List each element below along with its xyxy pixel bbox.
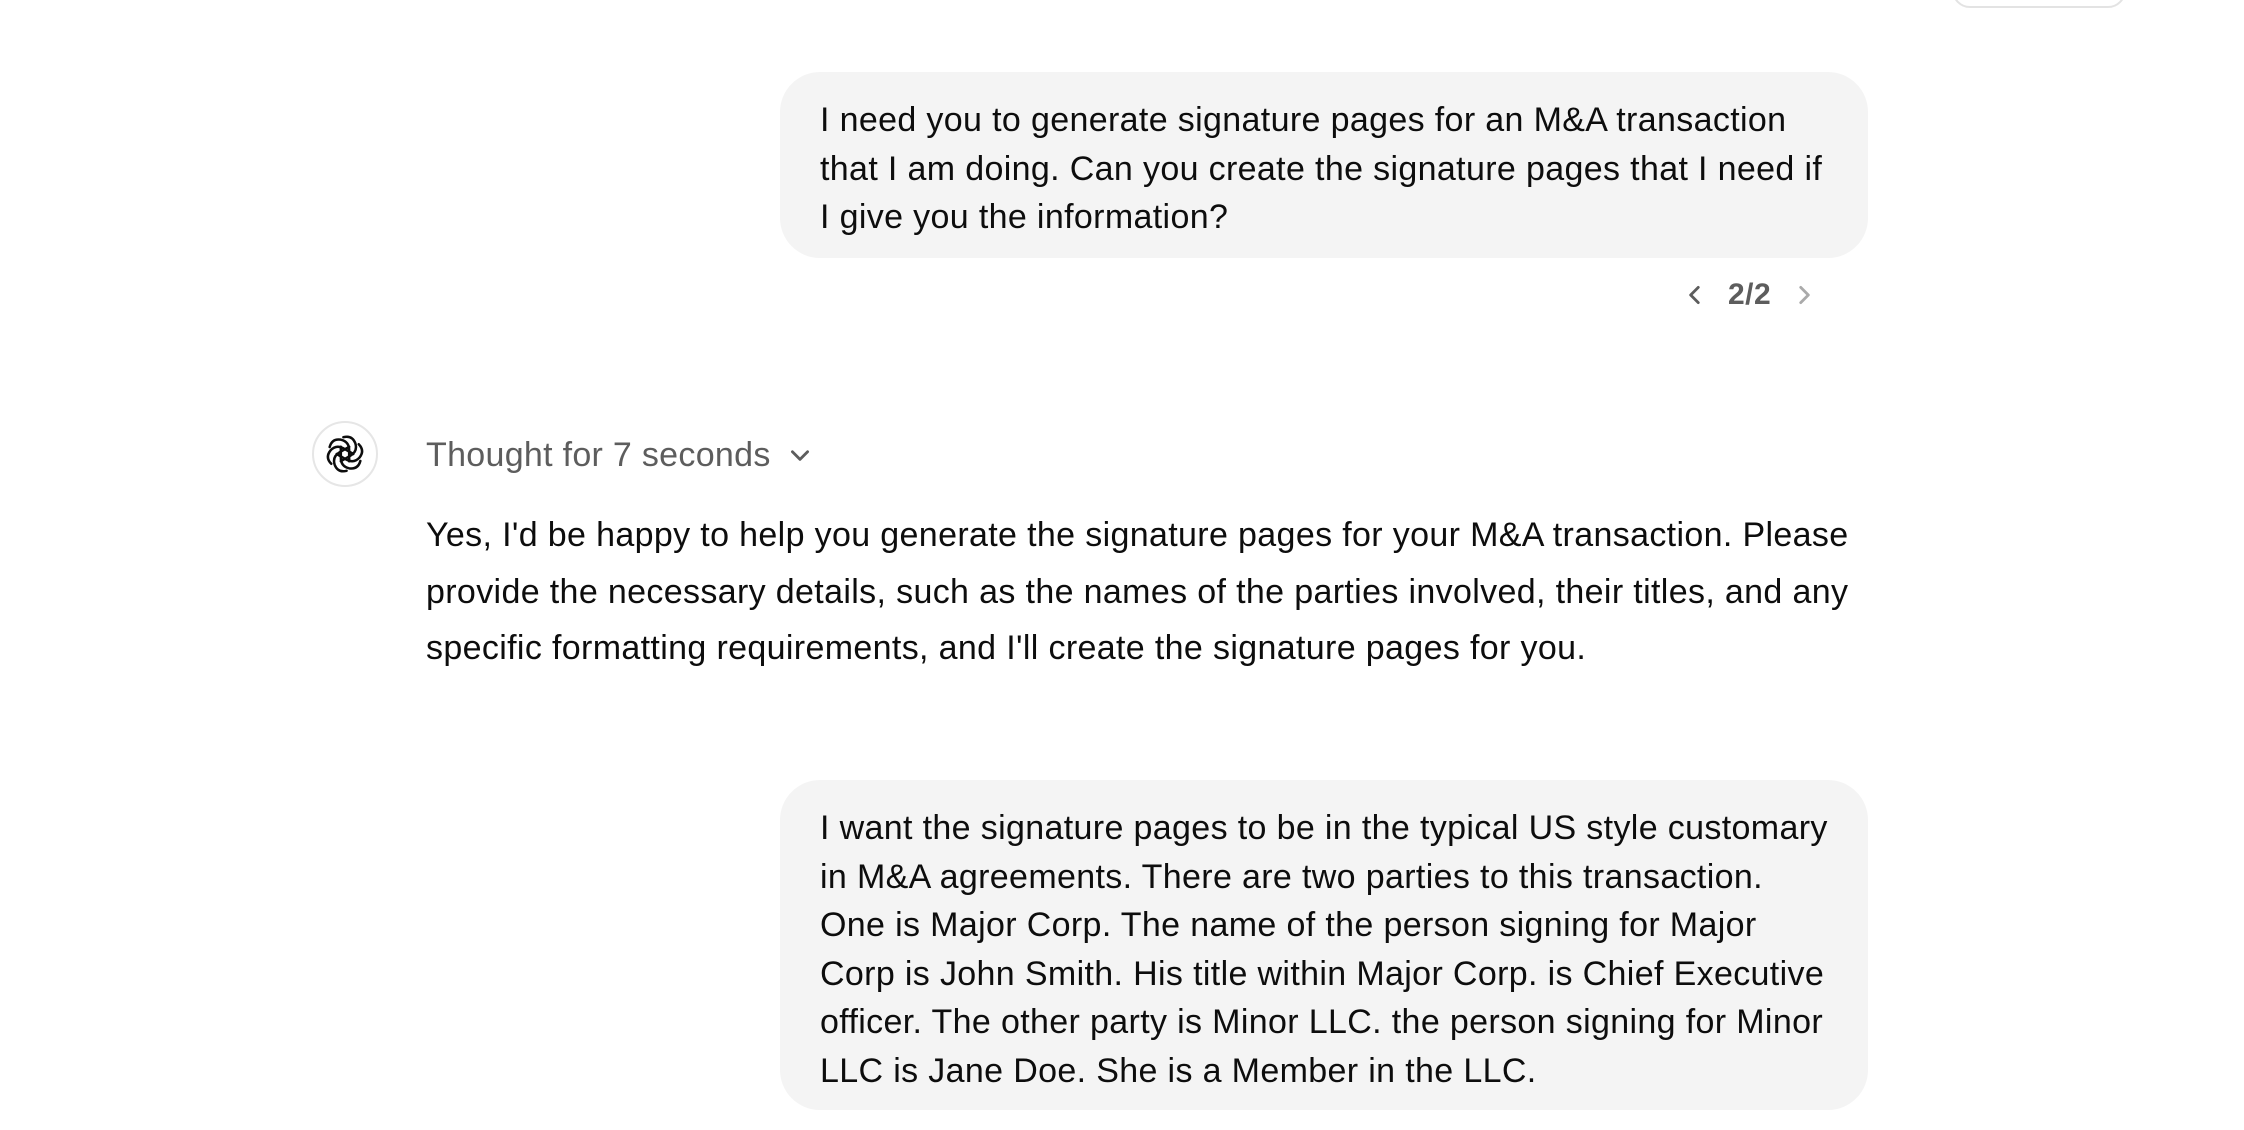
chevron-right-icon: [1799, 286, 1810, 304]
previous-version-button[interactable]: [1672, 272, 1718, 318]
chevron-down-icon: [785, 440, 815, 470]
version-counter: 2/2: [1728, 278, 1772, 311]
user-message-bubble: I want the signature pages to be in the …: [780, 780, 1868, 1110]
top-action-pill[interactable]: [1952, 0, 2126, 8]
user-message-bubble: I need you to generate signature pages f…: [780, 72, 1868, 258]
user-message-text: I need you to generate signature pages f…: [820, 101, 1823, 236]
chevron-left-icon: [1689, 286, 1700, 304]
openai-logo-icon: [325, 434, 365, 474]
next-version-button[interactable]: [1781, 272, 1827, 318]
assistant-avatar: [312, 421, 378, 487]
response-version-pager: 2/2: [1672, 272, 1827, 318]
thought-duration-label: Thought for 7 seconds: [426, 435, 771, 474]
user-message-text: I want the signature pages to be in the …: [820, 809, 1828, 1090]
assistant-message-text: Yes, I'd be happy to help you generate t…: [426, 516, 1849, 667]
thought-toggle[interactable]: Thought for 7 seconds: [426, 432, 815, 478]
